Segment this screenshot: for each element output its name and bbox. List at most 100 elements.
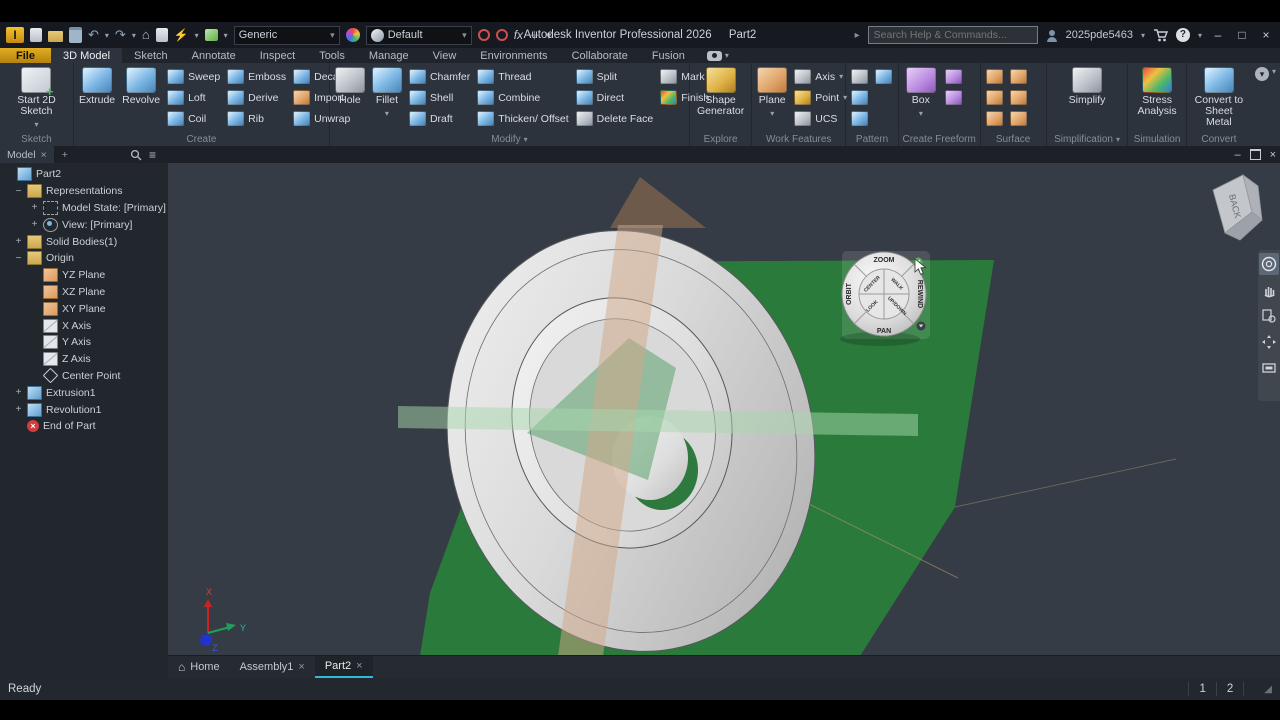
revolve-button[interactable]: Revolve [120, 66, 162, 132]
tab-collaborate[interactable]: Collaborate [560, 48, 640, 63]
add-icon[interactable]: ＋ [529, 27, 540, 43]
appearance-combobox[interactable]: Default ▾ [365, 25, 472, 45]
wheel-pan-label[interactable]: PAN [877, 328, 891, 335]
ribbon-collapse-icon[interactable]: ▾ [1254, 67, 1269, 81]
navigation-wheel[interactable]: ZOOM PAN ORBIT REWIND CENTER WALK LOOK U… [840, 251, 930, 346]
3d-scene[interactable]: ZOOM PAN ORBIT REWIND CENTER WALK LOOK U… [168, 163, 1280, 656]
tab-fusion[interactable]: Fusion [640, 48, 697, 63]
expander[interactable]: − [14, 253, 23, 264]
paste-icon[interactable] [155, 28, 168, 42]
adjust-appearance-icon[interactable] [477, 29, 490, 41]
tab-file[interactable]: File [0, 48, 51, 63]
tab-sketch[interactable]: Sketch [122, 48, 180, 63]
user-dropdown-icon[interactable]: ▾ [1141, 31, 1145, 40]
sketch-triangle-top[interactable] [610, 177, 706, 228]
cart-icon[interactable] [1153, 28, 1168, 42]
plane-button[interactable]: Plane ▾ [755, 66, 789, 132]
thread-button[interactable]: Thread [475, 66, 570, 87]
shell-button[interactable]: Shell [407, 87, 472, 108]
patch-button[interactable] [984, 87, 1005, 108]
ucs-button[interactable]: UCS [792, 108, 849, 129]
search-expand-icon[interactable]: ▸ [855, 30, 860, 41]
tab-view[interactable]: View [421, 48, 469, 63]
tree-item-origin[interactable]: − Origin [0, 250, 168, 267]
tree-item-view-primary[interactable]: + View: [Primary] [0, 216, 168, 233]
sketch-pattern-button[interactable] [849, 108, 870, 129]
split-button[interactable]: Split [574, 66, 656, 87]
username[interactable]: 2025pde5463 [1066, 29, 1133, 41]
new-file-icon[interactable] [30, 28, 42, 42]
qat-customize-icon[interactable]: ▾ [546, 29, 552, 42]
tree-item-center-point[interactable]: Center Point [0, 368, 168, 385]
tab-manage[interactable]: Manage [357, 48, 421, 63]
fillet-button[interactable]: Fillet ▾ [370, 66, 404, 132]
tab-close-icon[interactable]: × [356, 660, 362, 672]
tree-item-xz-plane[interactable]: XZ Plane [0, 284, 168, 301]
undo-icon[interactable]: ↶ [88, 28, 99, 42]
search-input[interactable] [867, 26, 1038, 44]
point-button[interactable]: Point ▾ [792, 87, 849, 108]
rib-button[interactable]: Rib [225, 108, 288, 129]
doc-minimize-icon[interactable]: – [1234, 149, 1240, 161]
nav-look-at-button[interactable] [1259, 357, 1279, 379]
help-dropdown-icon[interactable]: ▾ [1198, 31, 1202, 40]
screen-record-menu[interactable]: ▾ [697, 48, 739, 63]
thicken-offset-button[interactable]: Thicken/ Offset [475, 108, 570, 129]
tree-item-solid-bodies[interactable]: + Solid Bodies(1) [0, 233, 168, 250]
material-combo-caret-icon[interactable]: ▾ [330, 30, 335, 41]
resize-grip[interactable]: ◢ [1264, 684, 1272, 695]
color-wheel-icon[interactable] [345, 28, 360, 42]
wheel-orbit-label[interactable]: ORBIT [846, 282, 853, 305]
help-icon[interactable]: ? [1175, 28, 1190, 42]
tree-item-yz-plane[interactable]: YZ Plane [0, 267, 168, 284]
direct-button[interactable]: Direct [574, 87, 656, 108]
tree-item-y-axis[interactable]: Y Axis [0, 334, 168, 351]
tree-item-part2[interactable]: Part2 [0, 166, 168, 183]
tree-item-x-axis[interactable]: X Axis [0, 317, 168, 334]
panel-label-modify[interactable]: Modify ▾ [330, 134, 689, 145]
delete-face-button[interactable]: Delete Face [574, 108, 656, 129]
doc-close-icon[interactable]: × [1270, 149, 1276, 161]
expander[interactable]: − [14, 186, 23, 197]
maximize-button[interactable]: □ [1234, 28, 1250, 42]
panel-label-simplification[interactable]: Simplification ▾ [1047, 134, 1128, 145]
material-combobox[interactable]: Generic ▾ [233, 25, 340, 45]
expander[interactable]: + [14, 404, 23, 415]
doc-tab-part2[interactable]: Part2 × [314, 656, 373, 678]
extend-button[interactable] [1008, 87, 1029, 108]
expander[interactable]: + [30, 202, 39, 213]
inventor-logo-icon[interactable]: I [6, 27, 24, 43]
tree-item-z-axis[interactable]: Z Axis [0, 351, 168, 368]
tree-item-model-state[interactable]: + Model State: [Primary] [0, 200, 168, 217]
browser-tab-model[interactable]: Model × [0, 146, 54, 163]
viewport[interactable]: ZOOM PAN ORBIT REWIND CENTER WALK LOOK U… [168, 163, 1280, 678]
tab-close-icon[interactable]: × [298, 661, 304, 673]
circular-pattern-button[interactable] [849, 87, 870, 108]
draft-button[interactable]: Draft [407, 108, 472, 129]
hole-button[interactable]: Hole [333, 66, 367, 132]
derive-button[interactable]: Derive [225, 87, 288, 108]
browser-tab-close-icon[interactable]: × [41, 149, 47, 161]
parameters-fx-icon[interactable]: fx [514, 28, 523, 42]
convert-to-sheet-metal-button[interactable]: Convert to Sheet Metal [1190, 66, 1248, 132]
axis-button[interactable]: Axis ▾ [792, 66, 849, 87]
wheel-zoom-label[interactable]: ZOOM [874, 257, 895, 264]
update-dropdown-icon[interactable]: ▾ [195, 31, 199, 40]
replace-face-button[interactable] [1008, 108, 1029, 129]
freeform-box-button[interactable]: Box ▾ [902, 66, 940, 132]
nav-pan-button[interactable] [1259, 279, 1279, 301]
doc-tab-assembly1[interactable]: Assembly1 × [230, 656, 315, 678]
emboss-button[interactable]: Emboss [225, 66, 288, 87]
stitch-button[interactable] [984, 66, 1005, 87]
browser-search-icon[interactable] [130, 149, 142, 161]
tree-item-end-of-part[interactable]: × End of Part [0, 418, 168, 435]
nav-zoom-button[interactable] [1259, 305, 1279, 327]
coil-button[interactable]: Coil [165, 108, 222, 129]
simplify-button[interactable]: Simplify [1067, 66, 1108, 132]
view-cube[interactable]: BACK [1212, 174, 1263, 241]
save-icon[interactable] [69, 27, 82, 43]
mirror-button[interactable] [873, 66, 894, 87]
extrude-button[interactable]: Extrude [77, 66, 117, 132]
tab-3d-model[interactable]: 3D Model [50, 48, 123, 63]
expander[interactable]: + [30, 219, 39, 230]
